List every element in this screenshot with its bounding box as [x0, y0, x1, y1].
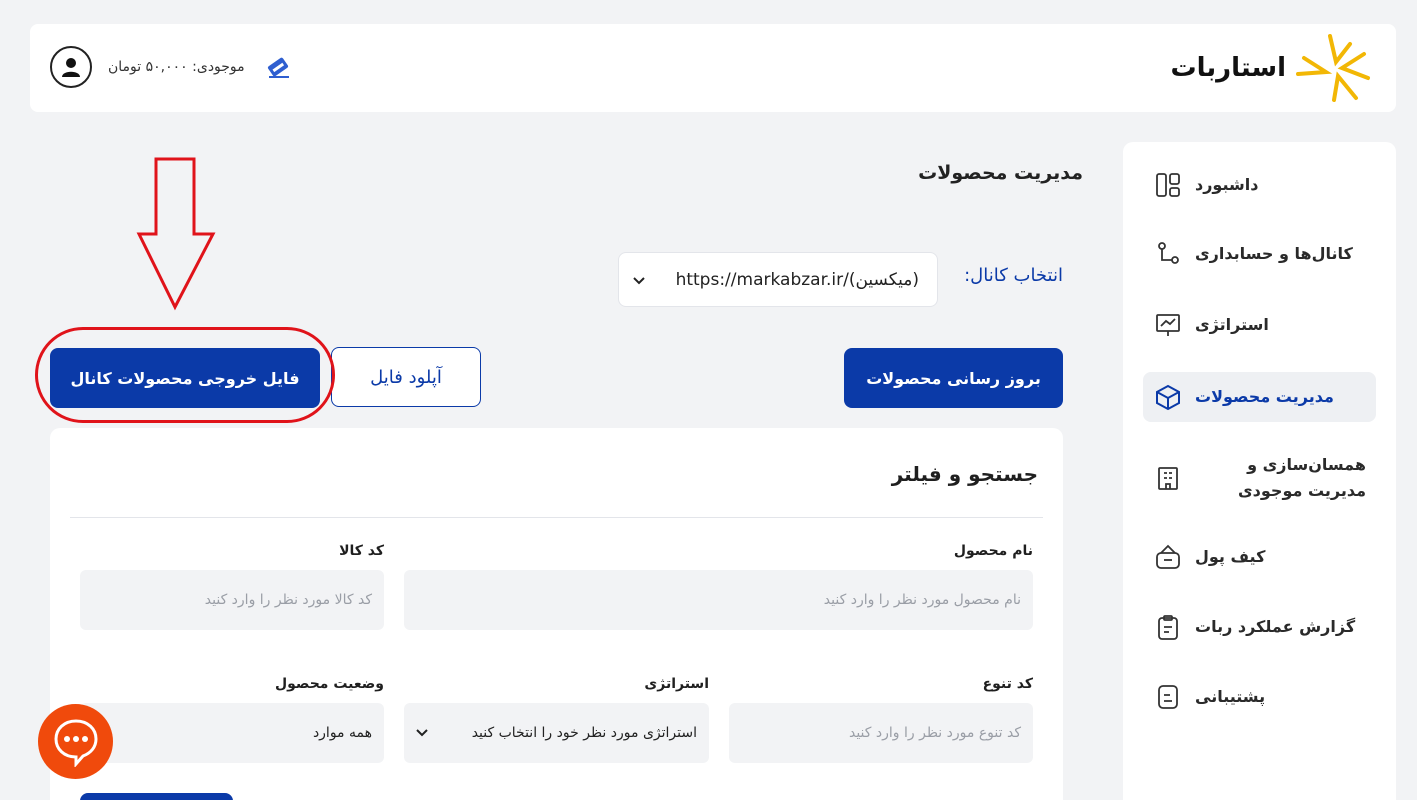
channel-label: انتخاب کانال:: [964, 265, 1063, 286]
product-name-label: نام محصول: [953, 543, 1033, 559]
logo-star-icon: [1296, 34, 1370, 102]
sidebar: داشبورد کانال‌ها و حسابداری استراتژی مدی…: [1123, 142, 1396, 800]
variant-code-label: کد تنوع: [982, 676, 1033, 692]
chevron-down-icon: [633, 270, 645, 290]
logo-text: استاربات: [1170, 53, 1287, 83]
divider: [70, 517, 1043, 518]
wallet-balance: موجودی: ۵۰,۰۰۰ تومان: [108, 59, 245, 75]
sidebar-item-wallet[interactable]: کیف پول: [1143, 542, 1376, 572]
dashboard-icon: [1153, 170, 1183, 200]
channel-select[interactable]: https://markabzar.ir/(میکسین): [618, 252, 938, 307]
annotation-arrow-icon: [136, 157, 216, 311]
product-code-label: کد کالا: [339, 543, 384, 559]
chat-button[interactable]: [38, 704, 113, 779]
wallet-card-icon[interactable]: [265, 53, 293, 81]
upload-file-button[interactable]: آپلود فایل: [331, 347, 481, 407]
wallet-icon: [1153, 542, 1183, 572]
report-icon: [1153, 612, 1183, 642]
sidebar-item-support[interactable]: پشتیبانی: [1143, 682, 1376, 712]
product-code-input[interactable]: کد کالا مورد نظر را وارد کنید: [80, 570, 384, 630]
sidebar-item-dashboard[interactable]: داشبورد: [1143, 170, 1376, 200]
sidebar-item-report[interactable]: گزارش عملکرد ربات: [1143, 612, 1376, 642]
strategy-label: استراتژی: [644, 676, 709, 692]
box-icon: [1153, 382, 1183, 412]
chat-bubble-icon: [53, 718, 98, 767]
filter-panel: جستجو و فیلتر نام محصول نام محصول مورد ن…: [50, 428, 1063, 800]
user-icon: [62, 58, 80, 77]
annotation-highlight: [35, 327, 335, 423]
top-header: استاربات موجودی: ۵۰,۰۰۰ تومان: [30, 24, 1396, 112]
channel-select-value: https://markabzar.ir/(میکسین): [675, 269, 919, 290]
sidebar-item-channels[interactable]: کانال‌ها و حسابداری: [1143, 239, 1376, 269]
status-select-value: همه موارد: [312, 725, 372, 741]
update-products-button[interactable]: بروز رسانی محصولات: [844, 348, 1063, 408]
support-icon: [1153, 682, 1183, 712]
logo[interactable]: استاربات: [1171, 32, 1372, 104]
page-title: مدیریت محصولات: [918, 162, 1083, 184]
inventory-icon: [1153, 463, 1183, 493]
status-select[interactable]: همه موارد: [80, 703, 384, 763]
user-avatar-button[interactable]: [50, 46, 92, 88]
user-area: موجودی: ۵۰,۰۰۰ تومان: [50, 46, 293, 88]
status-label: وضعیت محصول: [274, 676, 384, 692]
variant-code-input[interactable]: کد تنوع مورد نظر را وارد کنید: [729, 703, 1033, 763]
channels-icon: [1153, 239, 1183, 269]
sidebar-item-strategy[interactable]: استراتژی: [1143, 310, 1376, 340]
search-button[interactable]: [80, 793, 233, 800]
sidebar-item-inventory[interactable]: همسان‌سازی و مدیریت موجودی: [1143, 452, 1376, 504]
product-name-input[interactable]: نام محصول مورد نظر را وارد کنید: [404, 570, 1033, 630]
chevron-down-icon: [416, 725, 428, 741]
sidebar-item-products[interactable]: مدیریت محصولات: [1143, 372, 1376, 422]
strategy-select-value: استراتژی مورد نظر خود را انتخاب کنید: [471, 725, 697, 741]
strategy-icon: [1153, 310, 1183, 340]
filter-title: جستجو و فیلتر: [891, 462, 1038, 486]
strategy-select[interactable]: استراتژی مورد نظر خود را انتخاب کنید: [404, 703, 709, 763]
